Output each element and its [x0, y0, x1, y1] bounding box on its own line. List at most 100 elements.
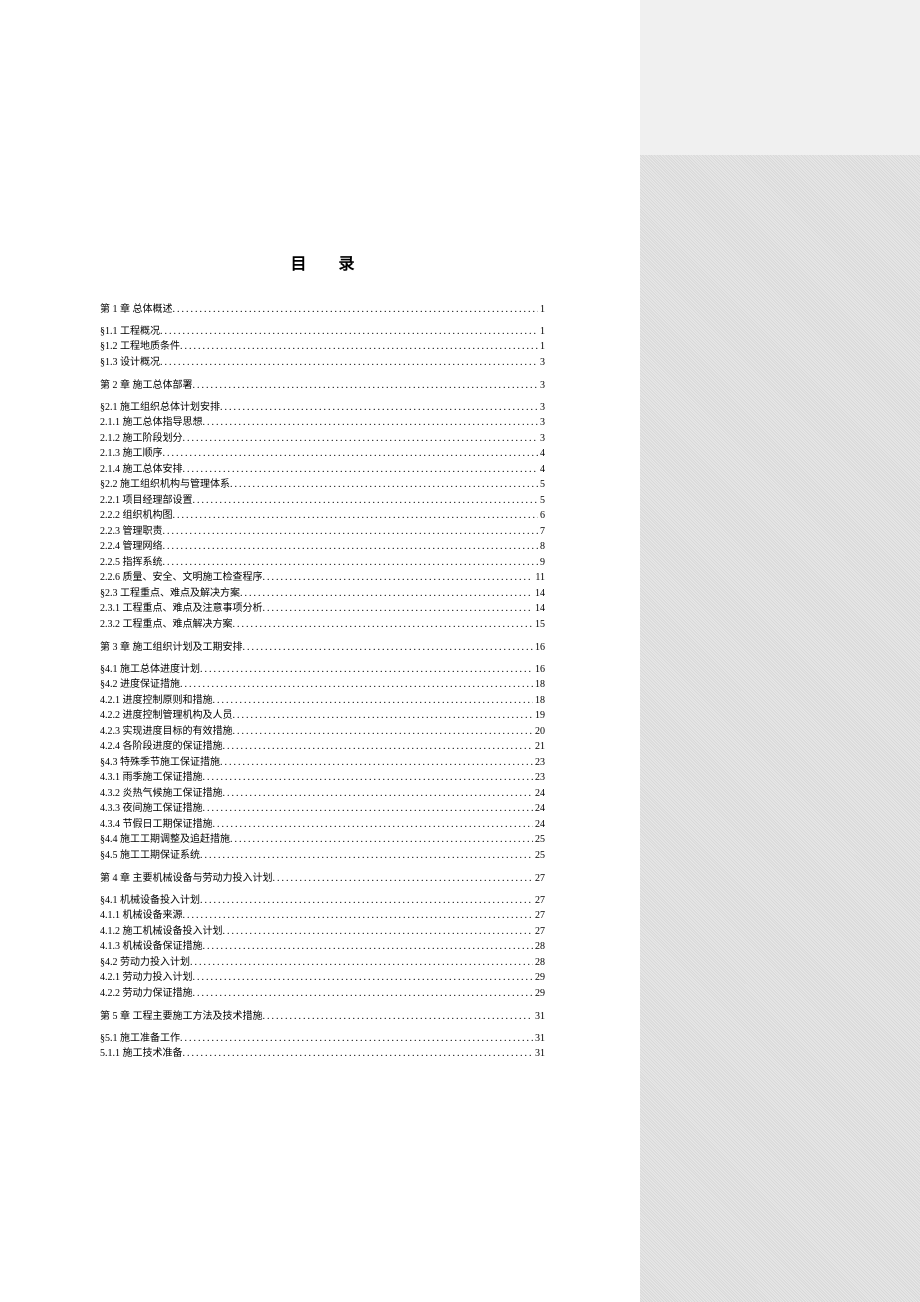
toc-entry-page: 31: [533, 1046, 545, 1062]
toc-entry-page: 19: [533, 708, 545, 724]
toc-leader-dots: [230, 477, 538, 493]
toc-entry-label: 4.3.4 节假日工期保证措施: [100, 817, 213, 833]
document-page: 目录 第 1 章 总体概述 1§1.1 工程概况 1§1.2 工程地质条件 1§…: [0, 0, 640, 1302]
toc-entry-page: 14: [533, 586, 545, 602]
toc-entry: 4.2.1 劳动力投入计划 29: [100, 970, 545, 986]
toc-entry: §4.4 施工工期调整及追赶措施 25: [100, 832, 545, 848]
toc-entry-page: 3: [538, 400, 545, 416]
toc-leader-dots: [190, 955, 533, 971]
toc-entry-page: 25: [533, 848, 545, 864]
toc-leader-dots: [263, 601, 534, 617]
toc-entry-label: 第 5 章 工程主要施工方法及技术措施: [100, 1009, 263, 1025]
toc-entry: 2.2.4 管理网络 8: [100, 539, 545, 555]
toc-leader-dots: [193, 493, 539, 509]
toc-entry-label: 4.2.2 进度控制管理机构及人员: [100, 708, 233, 724]
toc-entry-page: 23: [533, 755, 545, 771]
toc-leader-dots: [193, 378, 539, 394]
toc-entry: 第 2 章 施工总体部署 3: [100, 378, 545, 394]
toc-leader-dots: [263, 1009, 534, 1025]
toc-entry-page: 5: [538, 477, 545, 493]
toc-entry: 2.1.4 施工总体安排 4: [100, 462, 545, 478]
toc-leader-dots: [180, 339, 538, 355]
toc-leader-dots: [233, 724, 534, 740]
toc-entry: §2.1 施工组织总体计划安排 3: [100, 400, 545, 416]
toc-entry: 2.3.1 工程重点、难点及注意事项分析 14: [100, 601, 545, 617]
toc-entry: §2.3 工程重点、难点及解决方案 14: [100, 586, 545, 602]
toc-leader-dots: [163, 446, 539, 462]
toc-entry: §1.3 设计概况 3: [100, 355, 545, 371]
toc-entry: 4.3.2 炎热气候施工保证措施 24: [100, 786, 545, 802]
toc-entry-page: 18: [533, 693, 545, 709]
toc-leader-dots: [213, 817, 534, 833]
toc-entry-label: 2.1.1 施工总体指导思想: [100, 415, 203, 431]
toc-entry: 2.3.2 工程重点、难点解决方案 15: [100, 617, 545, 633]
toc-entry: §4.2 劳动力投入计划 28: [100, 955, 545, 971]
toc-entry-page: 1: [538, 339, 545, 355]
toc-leader-dots: [220, 755, 533, 771]
toc-entry: 5.1.1 施工技术准备 31: [100, 1046, 545, 1062]
toc-leader-dots: [263, 570, 534, 586]
toc-leader-dots: [233, 617, 534, 633]
toc-leader-dots: [180, 1031, 533, 1047]
toc-entry-label: 2.3.1 工程重点、难点及注意事项分析: [100, 601, 263, 617]
toc-entry-label: 4.1.1 机械设备来源: [100, 908, 183, 924]
toc-entry-label: 4.1.3 机械设备保证措施: [100, 939, 203, 955]
toc-entry-page: 24: [533, 786, 545, 802]
toc-entry-label: 2.2.3 管理职责: [100, 524, 163, 540]
toc-entry-label: §1.2 工程地质条件: [100, 339, 180, 355]
toc-entry-page: 14: [533, 601, 545, 617]
toc-entry: §4.5 施工工期保证系统 25: [100, 848, 545, 864]
toc-entry: 4.1.3 机械设备保证措施 28: [100, 939, 545, 955]
toc-leader-dots: [163, 524, 539, 540]
toc-leader-dots: [160, 324, 538, 340]
toc-leader-dots: [213, 693, 534, 709]
toc-entry-page: 1: [538, 302, 545, 318]
toc-entry-label: 4.3.1 雨季施工保证措施: [100, 770, 203, 786]
toc-entry-label: 2.2.6 质量、安全、文明施工检查程序: [100, 570, 263, 586]
toc-leader-dots: [223, 739, 534, 755]
toc-entry: 4.2.3 实现进度目标的有效措施 20: [100, 724, 545, 740]
toc-entry: §5.1 施工准备工作 31: [100, 1031, 545, 1047]
toc-leader-dots: [163, 555, 539, 571]
toc-leader-dots: [183, 1046, 534, 1062]
toc-leader-dots: [243, 640, 534, 656]
toc-entry-page: 16: [533, 662, 545, 678]
toc-leader-dots: [273, 871, 534, 887]
toc-entry-label: §4.4 施工工期调整及追赶措施: [100, 832, 230, 848]
toc-entry: 第 4 章 主要机械设备与劳动力投入计划 27: [100, 871, 545, 887]
toc-entry: 4.2.2 劳动力保证措施 29: [100, 986, 545, 1002]
toc-leader-dots: [193, 986, 534, 1002]
toc-leader-dots: [203, 770, 534, 786]
toc-entry: 2.2.6 质量、安全、文明施工检查程序 11: [100, 570, 545, 586]
toc-entry: 2.1.3 施工顺序 4: [100, 446, 545, 462]
toc-entry-page: 21: [533, 739, 545, 755]
toc-entry-page: 5: [538, 493, 545, 509]
toc-entry: §4.2 进度保证措施 18: [100, 677, 545, 693]
toc-entry-page: 3: [538, 378, 545, 394]
toc-leader-dots: [160, 355, 538, 371]
toc-entry: 第 3 章 施工组织计划及工期安排 16: [100, 640, 545, 656]
toc-entry: 4.1.2 施工机械设备投入计划 27: [100, 924, 545, 940]
toc-leader-dots: [163, 539, 539, 555]
toc-leader-dots: [223, 786, 534, 802]
toc-entry-label: 4.2.4 各阶段进度的保证措施: [100, 739, 223, 755]
toc-entry-page: 3: [538, 431, 545, 447]
toc-entry-page: 15: [533, 617, 545, 633]
toc-entry-label: 2.2.2 组织机构图: [100, 508, 173, 524]
toc-entry: 2.1.1 施工总体指导思想 3: [100, 415, 545, 431]
toc-entry-page: 9: [538, 555, 545, 571]
toc-entry-page: 27: [533, 893, 545, 909]
toc-entry-label: §1.1 工程概况: [100, 324, 160, 340]
toc-entry-page: 6: [538, 508, 545, 524]
toc-entry-label: 第 3 章 施工组织计划及工期安排: [100, 640, 243, 656]
toc-entry: §4.1 施工总体进度计划 16: [100, 662, 545, 678]
toc-entry-label: 第 1 章 总体概述: [100, 302, 173, 318]
toc-entry: 2.2.5 指挥系统 9: [100, 555, 545, 571]
toc-entry-label: 2.1.3 施工顺序: [100, 446, 163, 462]
toc-entry-label: §4.3 特殊季节施工保证措施: [100, 755, 220, 771]
toc-entry-page: 24: [533, 817, 545, 833]
toc-entry: 第 1 章 总体概述 1: [100, 302, 545, 318]
toc-leader-dots: [200, 893, 533, 909]
toc-entry-label: 第 4 章 主要机械设备与劳动力投入计划: [100, 871, 273, 887]
toc-leader-dots: [223, 924, 534, 940]
